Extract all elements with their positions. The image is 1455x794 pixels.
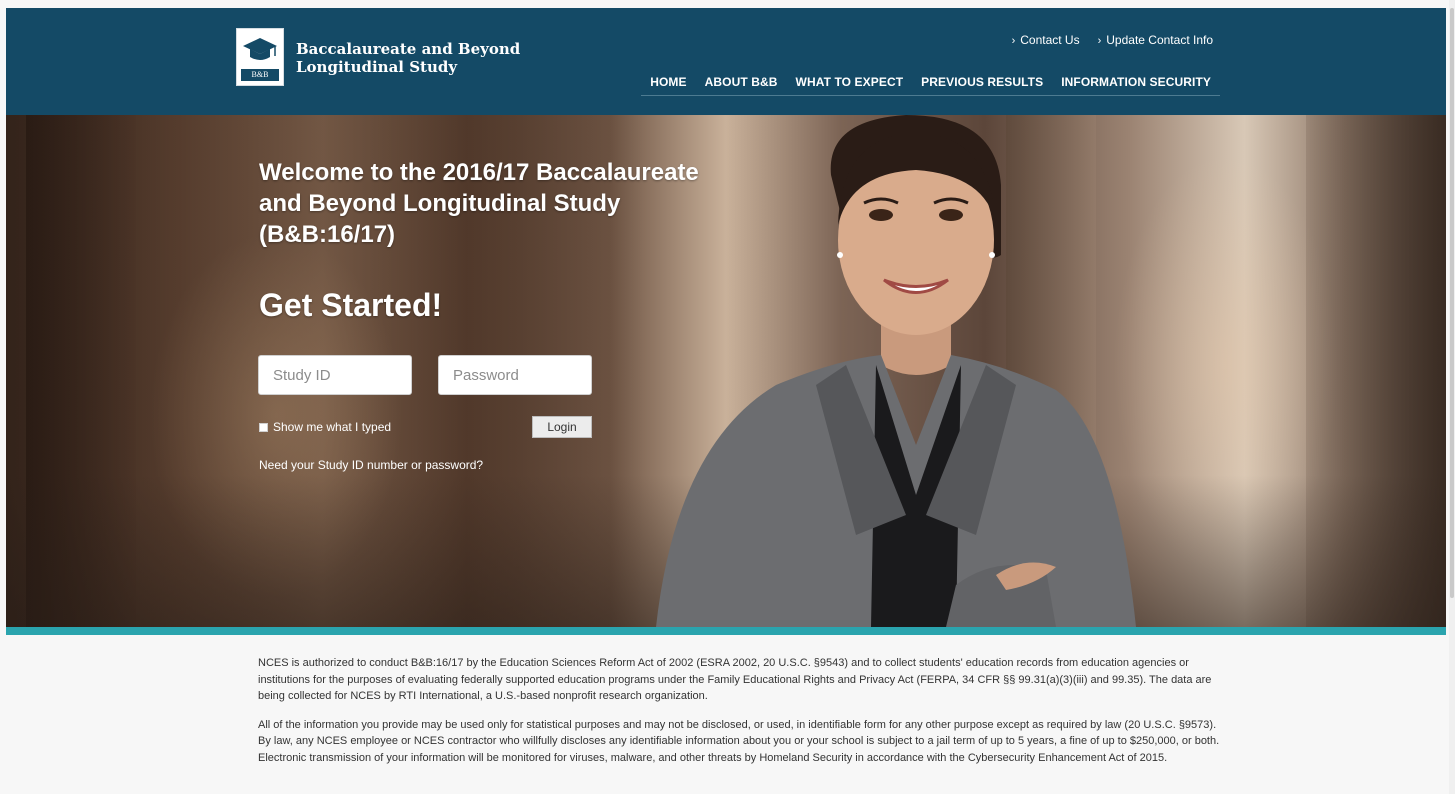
welcome-line: (B&B:16/17) — [259, 221, 396, 248]
site-title-line2: Longitudinal Study — [296, 58, 458, 76]
nav-home[interactable]: HOME — [641, 75, 695, 89]
site-header: B&B Baccalaureate and Beyond Longitudina… — [6, 8, 1446, 115]
legal-paragraph: NCES is authorized to conduct B&B:16/17 … — [258, 657, 1212, 703]
study-id-input[interactable] — [258, 355, 412, 395]
welcome-heading: Welcome to the 2016/17 Baccalaureate and… — [259, 157, 779, 250]
scrollbar[interactable] — [1449, 0, 1455, 794]
nav-previous-results[interactable]: PREVIOUS RESULTS — [912, 75, 1052, 89]
accent-divider — [6, 627, 1446, 635]
update-contact-info-label: Update Contact Info — [1106, 33, 1213, 47]
welcome-line: Welcome to the 2016/17 Baccalaureate — [259, 159, 699, 186]
graduation-cap-icon — [243, 38, 277, 60]
nav-what-to-expect[interactable]: WHAT TO EXPECT — [787, 75, 913, 89]
chevron-right-icon: › — [1011, 35, 1016, 47]
get-started-heading: Get Started! — [259, 287, 443, 323]
show-typed-option[interactable]: Show me what I typed — [259, 420, 391, 434]
chevron-right-icon: › — [1097, 35, 1102, 47]
logo-tag: B&B — [241, 69, 279, 81]
scrollbar-thumb[interactable] — [1450, 8, 1454, 598]
nav-information-security[interactable]: INFORMATION SECURITY — [1052, 75, 1220, 89]
need-credentials-link[interactable]: Need your Study ID number or password? — [259, 458, 483, 472]
logo[interactable]: B&B — [236, 28, 284, 86]
hero-banner: Welcome to the 2016/17 Baccalaureate and… — [6, 115, 1446, 627]
site-title[interactable]: Baccalaureate and Beyond Longitudinal St… — [296, 40, 520, 76]
update-contact-info-link[interactable]: › Update Contact Info — [1098, 33, 1213, 47]
contact-us-label: Contact Us — [1020, 33, 1080, 47]
utility-links: › Contact Us › Update Contact Info — [1012, 33, 1213, 47]
show-typed-label: Show me what I typed — [273, 420, 392, 434]
password-input[interactable] — [438, 355, 592, 395]
nav-about[interactable]: ABOUT B&B — [696, 75, 787, 89]
legal-paragraph: All of the information you provide may b… — [258, 718, 1220, 764]
contact-us-link[interactable]: › Contact Us — [1012, 33, 1080, 47]
welcome-line: and Beyond Longitudinal Study — [259, 190, 621, 217]
login-button[interactable]: Login — [532, 416, 592, 438]
site-title-line1: Baccalaureate and Beyond — [296, 40, 521, 58]
legal-notice: NCES is authorized to conduct B&B:16/17 … — [258, 655, 1220, 779]
show-typed-checkbox[interactable] — [259, 422, 268, 432]
main-nav: HOME ABOUT B&B WHAT TO EXPECT PREVIOUS R… — [641, 75, 1220, 96]
page: B&B Baccalaureate and Beyond Longitudina… — [0, 0, 1455, 794]
